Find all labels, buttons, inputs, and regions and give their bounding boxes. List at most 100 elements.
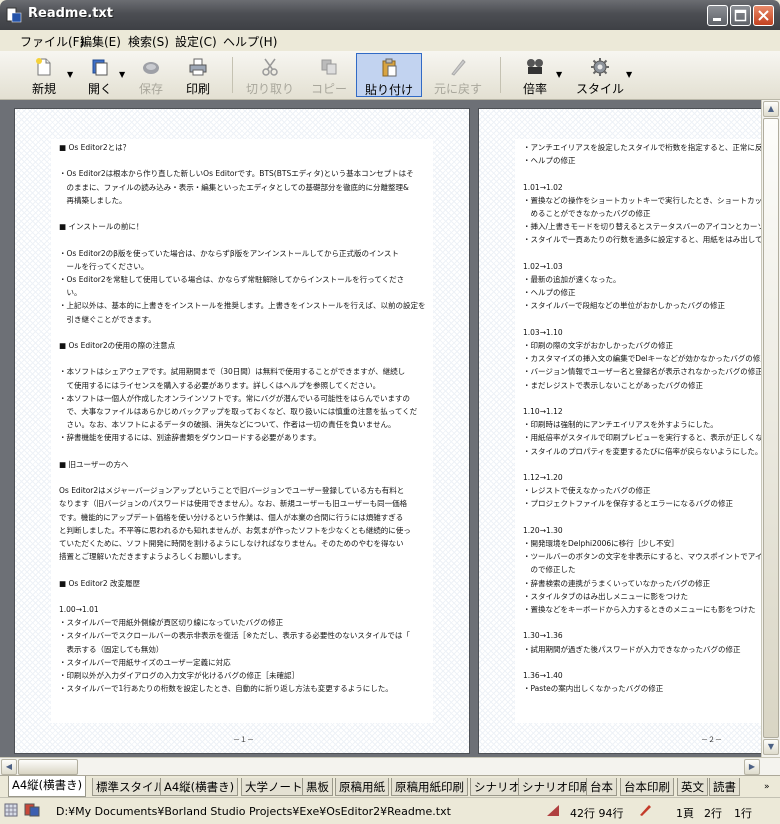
paste-label: 貼り付け: [364, 83, 413, 97]
projector-icon: [527, 59, 543, 74]
new-dropdown-arrow[interactable]: ▼: [67, 70, 73, 79]
right_page-text-line: ・バージョン情報でユーザー名と登録名が表示されなかったバグの修正: [523, 367, 763, 377]
chart-icon: [547, 805, 559, 816]
minimize-button[interactable]: [707, 5, 728, 26]
left_page-text-line: ■ Os Editor2とは？: [59, 143, 131, 152]
right_page-text-line: ・置換などをキーボードから入力するときのメニューにも影をつけた: [523, 605, 756, 614]
left_page-text-line: ・Os Editor2を常駐して使用している場合は、かならず常駐解除してからイン…: [59, 275, 405, 284]
document-area[interactable]: ■ Os Editor2とは？ ・Os Editor2は根本から作り直した新しいO…: [0, 100, 780, 757]
tab-scenario-print[interactable]: シナリオ印刷: [518, 778, 595, 796]
undo-label: 元に戻す: [433, 82, 482, 96]
horizontal-scrollbar[interactable]: ◀ ▶: [0, 757, 780, 776]
right_page-text-line: ・カスタマイズの挿入文の編集でDelキーなどが効かなかったバグの修正: [523, 354, 764, 364]
menu-bar: ファイル(F) 編集(E) 検索(S) 設定(C) ヘルプ(H): [0, 30, 780, 50]
print-button[interactable]: 印刷: [176, 53, 220, 97]
left_page-text-line: ・スタイルバーでスクロールバーの表示非表示を復活［※ただし、表示する必要性のない…: [59, 631, 410, 641]
page-1[interactable]: ■ Os Editor2とは？ ・Os Editor2は根本から作り直した新しいO…: [14, 108, 470, 754]
page-2[interactable]: ・アンチエイリアスを設定したスタイルで桁数を指定すると、正常に反映されない・ヘル…: [478, 108, 764, 754]
menu-file[interactable]: ファイル(F): [20, 33, 84, 50]
tab-standard-style[interactable]: 標準スタイル: [92, 778, 169, 796]
left_page-text-line: い。: [59, 288, 82, 298]
left_page-text-line: です。機能的にアップデート価格を使い分けるという作業は、個人が本業の合間に行うに…: [59, 512, 404, 522]
tab-script-print[interactable]: 台本印刷: [620, 778, 674, 796]
scroll-up-button[interactable]: ▲: [763, 101, 779, 117]
page-1-text[interactable]: ■ Os Editor2とは？ ・Os Editor2は根本から作り直した新しいO…: [51, 139, 433, 723]
tab-manuscript-print[interactable]: 原稿用紙印刷: [391, 778, 468, 796]
maximize-button[interactable]: [730, 5, 751, 26]
tabs-overflow-arrow[interactable]: »: [764, 782, 770, 792]
print-label: 印刷: [185, 82, 210, 96]
printer-icon: [189, 58, 207, 76]
menu-help[interactable]: ヘルプ(H): [223, 33, 277, 50]
cut-label: 切り取り: [245, 82, 294, 96]
scissors-icon: [262, 58, 278, 76]
file-path: D:¥My Documents¥Borland Studio Projects¥…: [56, 805, 451, 818]
right_page-text-line: ・用紙倍率がスタイルで印刷プレビューを実行すると、表示が正しくない: [523, 433, 764, 443]
page-2-text[interactable]: ・アンチエイリアスを設定したスタイルで桁数を指定すると、正常に反映されない・ヘル…: [515, 139, 764, 723]
open-button[interactable]: 開く: [78, 53, 122, 97]
app-icon[interactable]: [6, 7, 22, 23]
tab-script[interactable]: 台本: [586, 778, 617, 796]
style-label: スタイル: [576, 82, 625, 96]
right_page-text-line: 1.03→1.10: [523, 327, 563, 337]
horizontal-scroll-thumb[interactable]: [18, 759, 78, 775]
tab-blackboard[interactable]: 黒板: [302, 778, 333, 796]
style-dropdown-arrow[interactable]: ▼: [626, 70, 632, 79]
right_page-text-line: ・スタイルタブのはみ出しメニューに影をつけた: [523, 591, 688, 601]
tab-a4-vertical-2[interactable]: A4縦(横書き): [160, 778, 239, 796]
close-icon: [758, 10, 769, 21]
paste-button[interactable]: 貼り付け: [356, 53, 422, 97]
tab-reading[interactable]: 読書: [709, 778, 740, 796]
scroll-left-button[interactable]: ◀: [1, 759, 17, 775]
left_page-text-line: 引き継ぐことができます。: [59, 314, 156, 324]
new-document-icon: [36, 58, 51, 76]
row-indicator: 2行: [704, 807, 722, 820]
tab-english[interactable]: 英文: [677, 778, 708, 796]
save-icon: [143, 62, 159, 74]
right_page-text-line: ・プロジェクトファイルを保存するとエラーになるバグの修正: [523, 499, 733, 509]
right_page-text-line: ・辞書検索の連携がうまくいっていなかったバグの修正: [523, 578, 711, 588]
style-tabs: A4縦(横書き) 標準スタイル A4縦(横書き) 大学ノート 黒板 原稿用紙 原…: [0, 775, 780, 798]
vertical-scroll-thumb[interactable]: [763, 118, 779, 738]
tab-scenario[interactable]: シナリオ: [470, 778, 524, 796]
close-button[interactable]: [753, 5, 774, 26]
style-button[interactable]: スタイル: [576, 53, 624, 97]
left_page-text-line: ■ Os Editor2 改変履歴: [59, 578, 141, 588]
right_page-text-line: 1.10→1.12: [523, 407, 563, 416]
tab-college-notebook[interactable]: 大学ノート: [241, 778, 307, 796]
tab-manuscript[interactable]: 原稿用紙: [335, 778, 389, 796]
right_page-text-line: 1.30→1.36: [523, 631, 563, 641]
right_page-text-line: ・開発環境をDelphi2006に移行［少し不安］: [523, 539, 679, 548]
copy-label: コピー: [310, 82, 347, 96]
copy-icon: [321, 59, 337, 75]
right_page-text-line: ・印刷の際の文字がおかしかったバグの修正: [523, 341, 673, 350]
vertical-scrollbar[interactable]: ▲ ▼: [761, 100, 780, 757]
right_page-text-line: ・印刷時は強制的にアンチエイリアスを外すようにした。: [523, 420, 718, 430]
scroll-down-button[interactable]: ▼: [763, 739, 779, 755]
tab-a4-vertical[interactable]: A4縦(横書き): [8, 776, 87, 797]
zoom-dropdown-arrow[interactable]: ▼: [556, 70, 562, 79]
right_page-text-line: ・アンチエイリアスを設定したスタイルで桁数を指定すると、正常に反映されない: [523, 143, 763, 152]
column-indicator: 1行: [734, 807, 752, 820]
zoom-button[interactable]: 倍率: [514, 53, 556, 97]
copy-button[interactable]: コピー: [305, 53, 353, 97]
minimize-icon: [713, 18, 721, 21]
cut-button[interactable]: 切り取り: [242, 53, 298, 97]
new-button[interactable]: 新規: [22, 53, 66, 97]
menu-edit[interactable]: 編集(E): [80, 33, 121, 50]
menu-search[interactable]: 検索(S): [128, 33, 169, 50]
save-button[interactable]: 保存: [129, 53, 173, 97]
left_page-text-line: 措置とご理解いただきますようよろしくお願いします。: [59, 552, 246, 562]
grid-icon: [4, 803, 18, 817]
toolbar-separator: [232, 57, 233, 93]
right_page-text-line: 1.36→1.40: [523, 671, 563, 680]
scroll-right-button[interactable]: ▶: [744, 759, 760, 775]
left_page-text-line: さい。なお、本ソフトによるデータの破損、消失などについて、作者は一切の責任を負い…: [59, 420, 396, 430]
undo-button[interactable]: 元に戻す: [428, 53, 488, 97]
menu-settings[interactable]: 設定(C): [175, 33, 217, 50]
line-count: 42行 94行: [570, 807, 624, 820]
left_page-text-line: ・印刷以外が入力ダイアログの入力文字が化けるバグの修正［未確認］: [59, 671, 299, 680]
save-label: 保存: [138, 82, 163, 96]
open-dropdown-arrow[interactable]: ▼: [119, 70, 125, 79]
clipboard-icon: [382, 58, 397, 77]
